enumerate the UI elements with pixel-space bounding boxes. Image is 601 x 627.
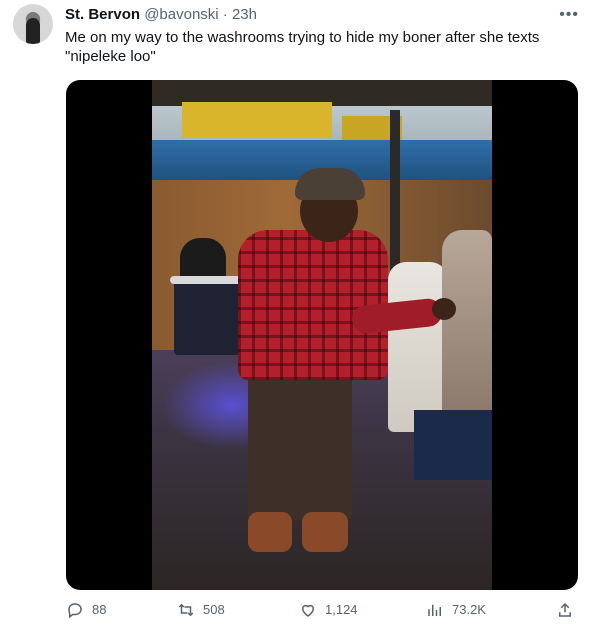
man-shoe-left	[248, 512, 292, 552]
share-button[interactable]	[556, 597, 582, 623]
retweet-button[interactable]: 508	[177, 597, 225, 623]
tweet-text: Me on my way to the washrooms trying to …	[65, 29, 540, 65]
views-icon	[428, 604, 441, 616]
views-button[interactable]: 73.2K	[426, 597, 486, 623]
views-count: 73.2K	[452, 602, 486, 617]
scene-table	[174, 280, 242, 355]
scene-yellow-sign	[182, 102, 332, 138]
man-shoe-right	[302, 512, 348, 552]
retweet-icon	[178, 603, 194, 617]
heart-icon	[301, 604, 315, 617]
like-count: 1,124	[325, 602, 358, 617]
user-handle[interactable]: @bavonski	[144, 6, 218, 23]
avatar-figure	[26, 18, 40, 44]
reply-count: 88	[92, 602, 107, 617]
display-name[interactable]: St. Bervon	[65, 6, 140, 23]
timestamp[interactable]: 23h	[232, 6, 257, 23]
tweet-header: St. Bervon @bavonski · 23h	[65, 6, 257, 24]
reply-icon	[68, 603, 82, 619]
scene-bench	[414, 410, 492, 480]
retweet-count: 508	[203, 602, 225, 617]
more-horizontal-icon[interactable]: •••	[559, 6, 579, 24]
video-frame	[152, 80, 492, 590]
background-person-white-shirt	[388, 262, 448, 432]
man-flat-cap	[295, 168, 365, 200]
reply-button[interactable]: 88	[66, 597, 106, 623]
avatar[interactable]	[13, 4, 53, 44]
tweet-actions: 88 508 1,124 73.2K	[0, 597, 601, 627]
man-trousers	[248, 370, 352, 520]
video-media[interactable]	[66, 80, 578, 590]
share-icon	[559, 602, 571, 617]
scene-table-top	[170, 276, 248, 284]
like-button[interactable]: 1,124	[299, 597, 358, 623]
tweet-card[interactable]: St. Bervon @bavonski · 23h ••• Me on my …	[0, 0, 601, 627]
separator-dot: ·	[222, 6, 228, 23]
man-hand	[432, 298, 456, 320]
